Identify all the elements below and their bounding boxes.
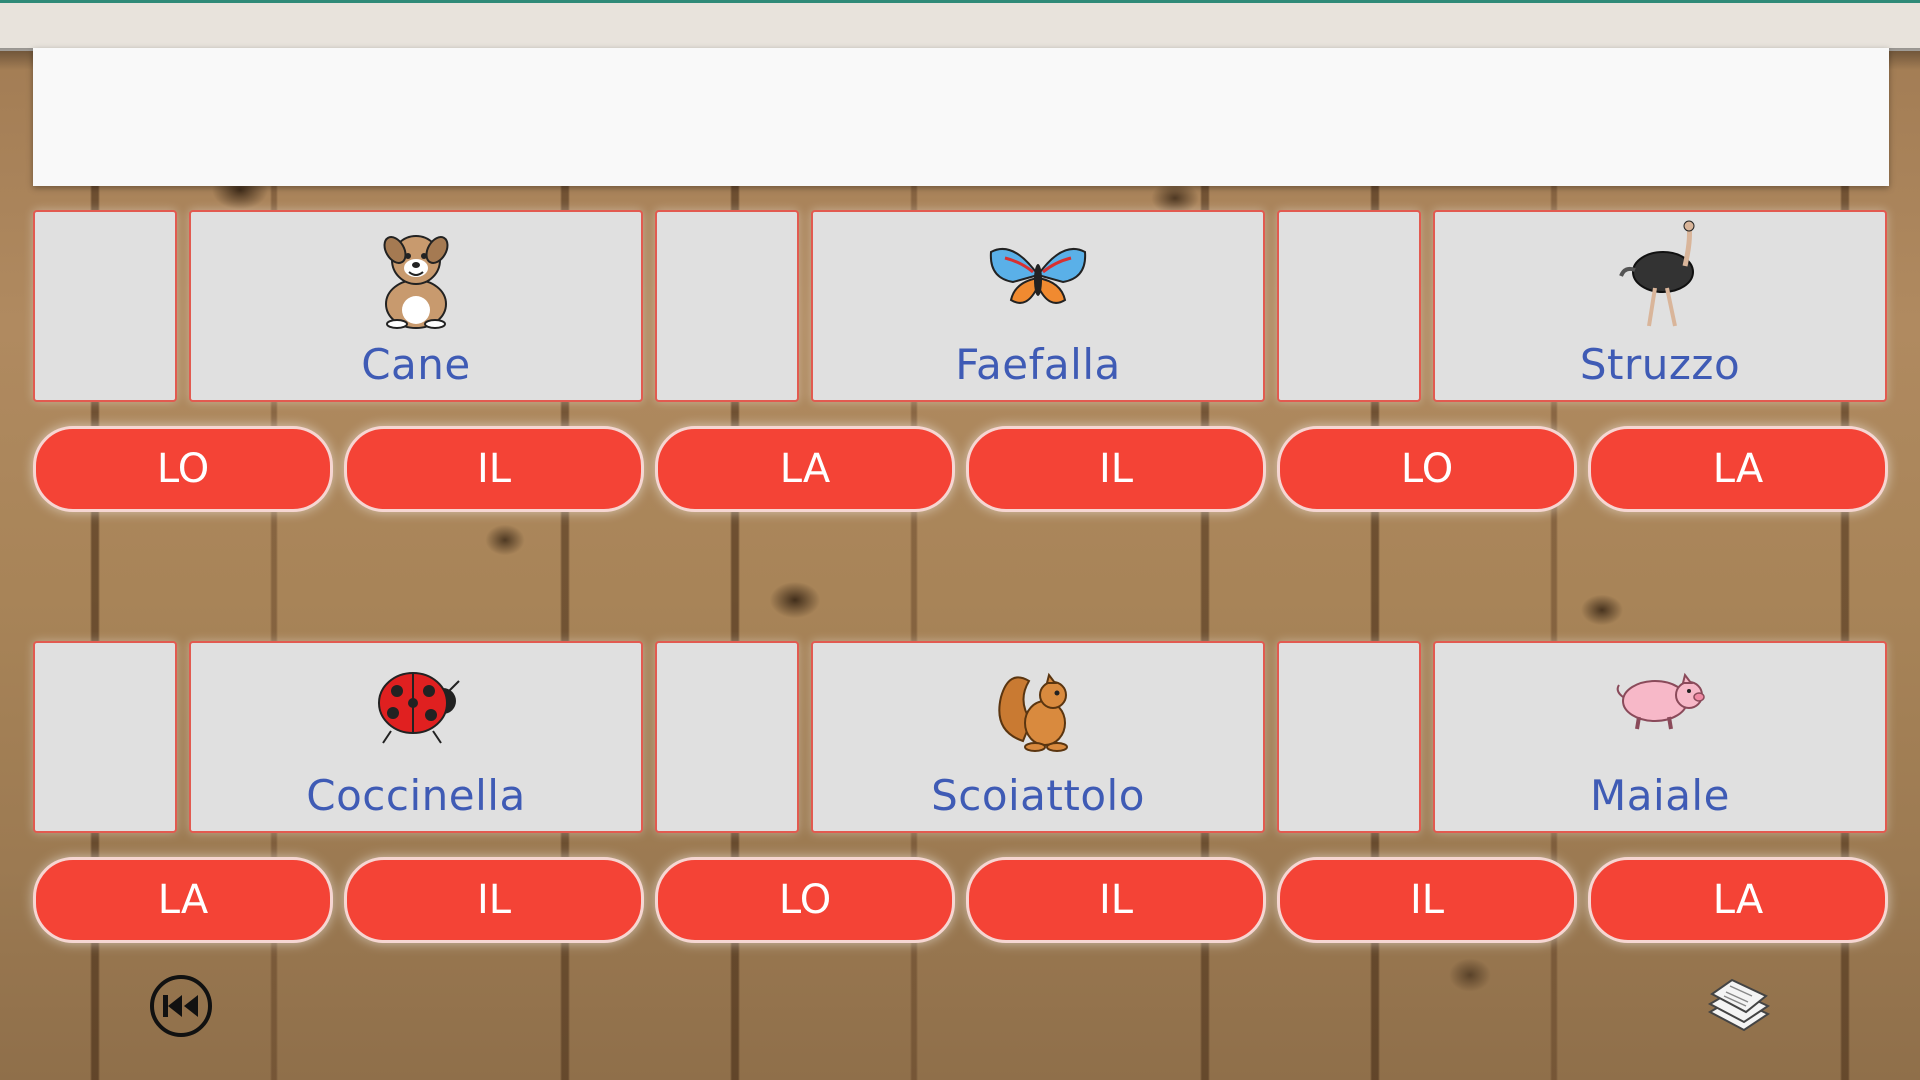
- article-button-lo[interactable]: LO: [1277, 426, 1577, 512]
- article-button-lo[interactable]: LO: [33, 426, 333, 512]
- word-card-ladybug[interactable]: Coccinella: [189, 641, 643, 833]
- article-button-il[interactable]: IL: [966, 426, 1266, 512]
- word-card-squirrel[interactable]: Scoiattolo: [811, 641, 1265, 833]
- top-bar: [0, 0, 1920, 51]
- word-card-butterfly[interactable]: Faefalla: [811, 210, 1265, 402]
- card-word: Scoiattolo: [931, 771, 1145, 820]
- sentence-box: [33, 48, 1889, 186]
- word-card-pig[interactable]: Maiale: [1433, 641, 1887, 833]
- word-card-ostrich[interactable]: Struzzo: [1433, 210, 1887, 402]
- article-button-la[interactable]: LA: [33, 857, 333, 943]
- word-card-dog[interactable]: Cane: [189, 210, 643, 402]
- card-word: Cane: [361, 340, 471, 389]
- stack-of-papers-icon[interactable]: [1704, 972, 1772, 1038]
- article-drop-slot[interactable]: [33, 210, 177, 402]
- article-drop-slot[interactable]: [1277, 210, 1421, 402]
- article-button-lo[interactable]: LO: [655, 857, 955, 943]
- card-word: Faefalla: [955, 340, 1121, 389]
- dog-icon: [383, 235, 449, 329]
- ladybug-icon: [378, 672, 460, 744]
- article-button-la[interactable]: LA: [1588, 857, 1888, 943]
- article-button-la[interactable]: LA: [655, 426, 955, 512]
- article-drop-slot[interactable]: [655, 641, 799, 833]
- rewind-icon[interactable]: [148, 973, 214, 1039]
- article-button-la[interactable]: LA: [1588, 426, 1888, 512]
- butterfly-icon: [989, 247, 1087, 304]
- pig-icon: [1616, 672, 1705, 730]
- card-word: Coccinella: [306, 771, 526, 820]
- article-button-il[interactable]: IL: [344, 857, 644, 943]
- card-word: Maiale: [1590, 771, 1730, 820]
- article-button-il[interactable]: IL: [344, 426, 644, 512]
- ostrich-icon: [1619, 220, 1695, 327]
- squirrel-icon: [998, 672, 1068, 752]
- article-drop-slot[interactable]: [1277, 641, 1421, 833]
- card-word: Struzzo: [1579, 340, 1741, 389]
- article-button-il[interactable]: IL: [966, 857, 1266, 943]
- article-drop-slot[interactable]: [33, 641, 177, 833]
- article-button-il[interactable]: IL: [1277, 857, 1577, 943]
- article-drop-slot[interactable]: [655, 210, 799, 402]
